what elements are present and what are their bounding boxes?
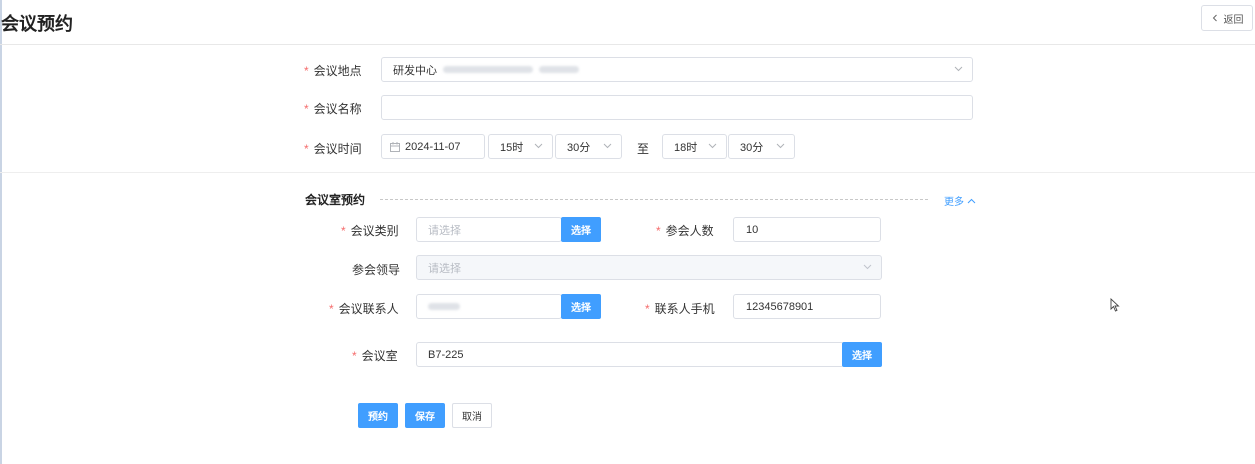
page-header: 会议预约 返回 (0, 0, 1255, 45)
category-select-button[interactable]: 选择 (561, 217, 601, 242)
required-mark: * (341, 224, 346, 238)
window-edge (0, 0, 2, 464)
required-mark: * (645, 302, 650, 316)
required-mark: * (656, 224, 661, 238)
meeting-name-label: * 会议名称 (304, 102, 362, 116)
date-value: 2024-11-07 (405, 140, 461, 153)
chevron-down-icon (708, 143, 717, 149)
meeting-name-input[interactable] (381, 95, 973, 120)
chevron-left-icon (1212, 14, 1217, 22)
redacted-text (539, 66, 579, 73)
save-button[interactable]: 保存 (405, 403, 445, 428)
attendees-label: * 参会人数 (656, 224, 714, 238)
page-title: 会议预约 (1, 14, 73, 34)
chevron-down-icon (534, 143, 543, 149)
location-label: * 会议地点 (304, 64, 362, 78)
leader-label: 参会领导 (352, 263, 401, 277)
contact-input[interactable] (416, 294, 562, 319)
chevron-down-icon (603, 143, 612, 149)
category-input[interactable]: 请选择 (416, 217, 562, 242)
redacted-text (428, 303, 460, 310)
section-divider (0, 172, 1255, 173)
required-mark: * (304, 102, 309, 116)
phone-input[interactable]: 12345678901 (733, 294, 881, 319)
calendar-icon (390, 141, 400, 152)
contact-label: * 会议联系人 (329, 302, 399, 316)
location-value: 研发中心 (393, 64, 437, 77)
section-title: 会议室预约 (305, 193, 366, 207)
end-hour-select[interactable]: 18时 (662, 134, 727, 159)
end-minute-select[interactable]: 30分 (728, 134, 795, 159)
phone-label: * 联系人手机 (645, 302, 715, 316)
date-picker[interactable]: 2024-11-07 (381, 134, 485, 159)
reserve-button[interactable]: 预约 (358, 403, 398, 428)
room-label: * 会议室 (352, 349, 398, 363)
redacted-text (443, 66, 533, 73)
start-minute-select[interactable]: 30分 (555, 134, 622, 159)
back-button-label: 返回 (1223, 14, 1244, 26)
room-input[interactable]: B7-225 (416, 342, 844, 367)
dashed-divider (380, 199, 928, 200)
required-mark: * (304, 142, 309, 156)
chevron-up-icon (967, 198, 976, 203)
required-mark: * (329, 302, 334, 316)
room-select-button[interactable]: 选择 (842, 342, 882, 367)
time-separator: 至 (637, 142, 650, 156)
back-button[interactable]: 返回 (1201, 5, 1253, 31)
chevron-down-icon (776, 143, 785, 149)
chevron-down-icon (954, 66, 963, 72)
chevron-down-icon (863, 264, 872, 270)
attendees-input[interactable]: 10 (733, 217, 881, 242)
contact-select-button[interactable]: 选择 (561, 294, 601, 319)
mouse-cursor-icon (1110, 298, 1120, 312)
location-select[interactable]: 研发中心 (381, 57, 973, 82)
more-toggle[interactable]: 更多 (944, 193, 976, 208)
cancel-button[interactable]: 取消 (452, 403, 492, 428)
start-hour-select[interactable]: 15时 (488, 134, 553, 159)
meeting-time-label: * 会议时间 (304, 142, 362, 156)
category-label: * 会议类别 (341, 224, 399, 238)
required-mark: * (352, 349, 357, 363)
leader-select[interactable]: 请选择 (416, 255, 882, 280)
required-mark: * (304, 64, 309, 78)
